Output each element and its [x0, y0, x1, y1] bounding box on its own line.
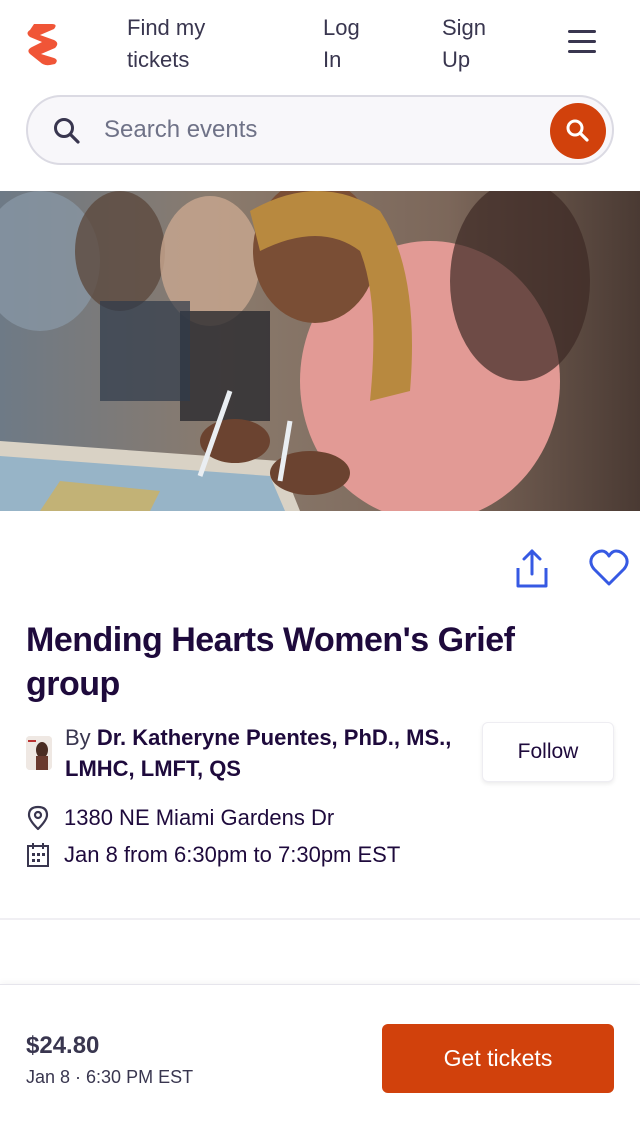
- search-icon: [54, 118, 80, 144]
- search-icon: [566, 119, 589, 142]
- hamburger-menu-icon[interactable]: [568, 30, 596, 56]
- search-input[interactable]: [104, 111, 534, 149]
- location-text: 1380 NE Miami Gardens Dr: [64, 805, 335, 830]
- follow-button[interactable]: Follow: [482, 722, 614, 782]
- get-tickets-button[interactable]: Get tickets: [382, 1024, 614, 1093]
- nav-find-my-tickets[interactable]: Find my tickets: [127, 12, 237, 76]
- event-hero-image: [0, 191, 640, 511]
- organizer-info: By Dr. Katheryne Puentes, PhD., MS., LMH…: [65, 722, 460, 784]
- eventbrite-logo-icon[interactable]: [24, 20, 64, 66]
- top-header: Find my tickets Log In Sign Up: [0, 0, 640, 90]
- heart-icon[interactable]: [588, 548, 630, 588]
- event-title: Mending Hearts Women's Grief group: [26, 621, 515, 703]
- event-location: 1380 NE Miami Gardens Dr: [26, 802, 586, 834]
- checkout-bar: $24.80 Jan 8 · 6:30 PM EST Get tickets: [0, 984, 640, 1136]
- organizer-avatar[interactable]: [26, 736, 52, 770]
- ticket-date: Jan 8 · 6:30 PM EST: [26, 1067, 194, 1087]
- section-divider: [0, 918, 640, 920]
- organizer-name[interactable]: Dr. Katheryne Puentes, PhD., MS., LMHC, …: [65, 725, 451, 781]
- share-icon[interactable]: [512, 548, 552, 590]
- hero-photo: [0, 191, 640, 511]
- date-text: Jan 8 from 6:30pm to 7:30pm EST: [64, 842, 401, 867]
- nav-log-in[interactable]: Log In: [323, 12, 383, 76]
- event-page: Find my tickets Log In Sign Up Search ev…: [0, 0, 640, 1136]
- calendar-icon: [27, 843, 49, 867]
- search-bar: [26, 95, 614, 165]
- nav-sign-up[interactable]: Sign Up: [442, 12, 512, 76]
- organizer-prefix: By: [65, 725, 91, 750]
- event-date: Jan 8 from 6:30pm to 7:30pm EST: [26, 839, 586, 871]
- location-pin-icon: [27, 805, 49, 831]
- search-submit-button[interactable]: [550, 103, 606, 159]
- ticket-price: $24.80: [26, 1032, 100, 1059]
